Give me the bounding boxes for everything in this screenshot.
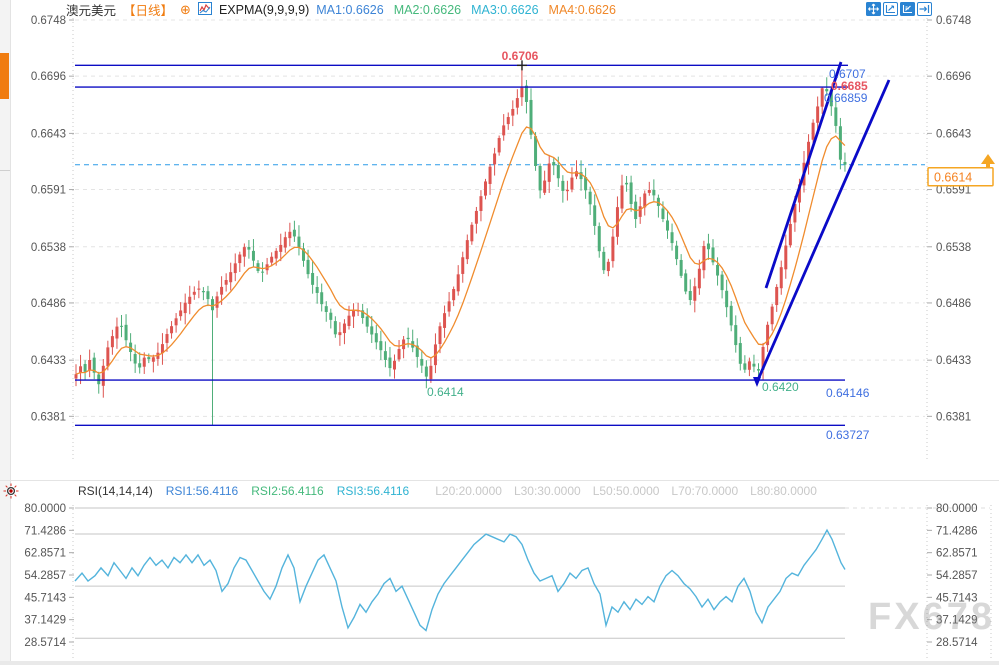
chart-canvas[interactable]: 0.6748 0.6748 0.6696 0.6696 0.6643 0.6643 0.65…	[0, 0, 999, 665]
svg-text:0.6433: 0.6433	[31, 355, 66, 367]
svg-text:0.6696: 0.6696	[31, 71, 66, 83]
legend-item: RSI1:56.4116	[166, 484, 239, 498]
legend-item: L80:80.0000	[750, 484, 817, 498]
svg-text:0.6381: 0.6381	[31, 411, 66, 423]
svg-text:0.6414: 0.6414	[427, 385, 464, 399]
indicator-label[interactable]: EXPMA(9,9,9,9)	[219, 3, 309, 17]
collapse-panel-icon[interactable]	[917, 2, 932, 16]
trading-chart-app: 澳元美元 【日线】 ⊕ EXPMA(9,9,9,9) MA1:0.6626 MA2…	[0, 0, 999, 665]
rsi-pane-icon[interactable]	[2, 482, 20, 500]
svg-text:0.6381: 0.6381	[936, 411, 971, 423]
svg-text:0.6614: 0.6614	[934, 171, 972, 185]
rsi-values: RSI1:56.4116 RSI2:56.4116 RSI3:56.4116	[166, 484, 423, 498]
svg-text:37.1429: 37.1429	[936, 615, 978, 627]
svg-text:0.6433: 0.6433	[936, 355, 971, 367]
svg-text:62.8571: 62.8571	[936, 548, 978, 560]
candle-chart-icon[interactable]	[198, 2, 212, 18]
fit-scale-icon[interactable]	[883, 2, 898, 16]
legend-item: L70:70.0000	[671, 484, 738, 498]
level-lines	[75, 65, 848, 425]
rsi-grid: 80.0000 80.0000 71.4286 71.4286 62.8571 62.85…	[24, 503, 991, 658]
legend-item: MA3:0.6626	[471, 3, 538, 17]
svg-text:0.66859: 0.66859	[824, 91, 868, 105]
ma-values: MA1:0.6626 MA2:0.6626 MA3:0.6626 MA4:0.6626	[316, 3, 626, 17]
svg-text:0.6538: 0.6538	[936, 242, 971, 254]
svg-text:0.6486: 0.6486	[936, 298, 971, 310]
candles	[75, 65, 847, 425]
price-annotations: 0.67060.67070.66850.668590.64140.64200.6…	[427, 49, 870, 442]
svg-text:80.0000: 80.0000	[24, 503, 66, 515]
rsi-header: RSI(14,14,14) RSI1:56.4116RSI2:56.4116RS…	[78, 484, 842, 498]
legend-item: L30:30.0000	[514, 484, 581, 498]
legend-item: MA2:0.6626	[394, 3, 461, 17]
svg-text:80.0000: 80.0000	[936, 503, 978, 515]
legend-item: MA1:0.6626	[316, 3, 383, 17]
svg-text:54.2857: 54.2857	[24, 570, 66, 582]
legend-item: RSI3:56.4116	[337, 484, 410, 498]
rsi-title[interactable]: RSI(14,14,14)	[78, 484, 153, 498]
timeframe-label[interactable]: 【日线】	[123, 0, 173, 19]
legend-item: L50:50.0000	[593, 484, 660, 498]
pan-icon[interactable]	[866, 2, 881, 16]
trend-channel	[753, 62, 889, 387]
svg-text:45.7143: 45.7143	[936, 592, 978, 604]
svg-text:28.5714: 28.5714	[936, 637, 978, 649]
svg-text:0.6486: 0.6486	[31, 298, 66, 310]
symbol-name: 澳元美元	[66, 0, 116, 19]
svg-text:0.6643: 0.6643	[936, 128, 971, 140]
legend-item: MA4:0.6626	[549, 3, 616, 17]
svg-text:28.5714: 28.5714	[24, 637, 66, 649]
svg-text:71.4286: 71.4286	[936, 525, 978, 537]
svg-text:0.6538: 0.6538	[31, 242, 66, 254]
svg-text:0.6643: 0.6643	[31, 128, 66, 140]
rsi-level-labels: L20:20.0000 L30:30.0000 L50:50.0000 L70:70.…	[435, 484, 829, 498]
main-chart-header: 澳元美元 【日线】 ⊕ EXPMA(9,9,9,9) MA1:0.6626 MA2…	[66, 1, 633, 18]
svg-text:45.7143: 45.7143	[24, 592, 66, 604]
svg-text:54.2857: 54.2857	[936, 570, 978, 582]
svg-text:0.6420: 0.6420	[762, 380, 799, 394]
svg-text:0.6591: 0.6591	[31, 185, 66, 197]
svg-text:71.4286: 71.4286	[24, 525, 66, 537]
svg-text:0.6706: 0.6706	[502, 49, 539, 63]
svg-text:0.63727: 0.63727	[826, 428, 870, 442]
chart-toolbar	[866, 2, 934, 16]
legend-item: L20:20.0000	[435, 484, 502, 498]
rsi-line	[75, 530, 845, 630]
svg-text:62.8571: 62.8571	[24, 548, 66, 560]
svg-text:0.6696: 0.6696	[936, 71, 971, 83]
add-indicator-icon[interactable]: ⊕	[180, 2, 191, 18]
svg-text:0.64146: 0.64146	[826, 386, 870, 400]
svg-text:0.6748: 0.6748	[31, 15, 66, 27]
svg-text:0.6748: 0.6748	[936, 15, 971, 27]
svg-text:37.1429: 37.1429	[24, 615, 66, 627]
current-price-tag: 0.6614	[928, 154, 995, 186]
expma-line	[76, 127, 845, 374]
legend-item: RSI2:56.4116	[251, 484, 324, 498]
axis-scale-icon[interactable]	[900, 2, 915, 16]
